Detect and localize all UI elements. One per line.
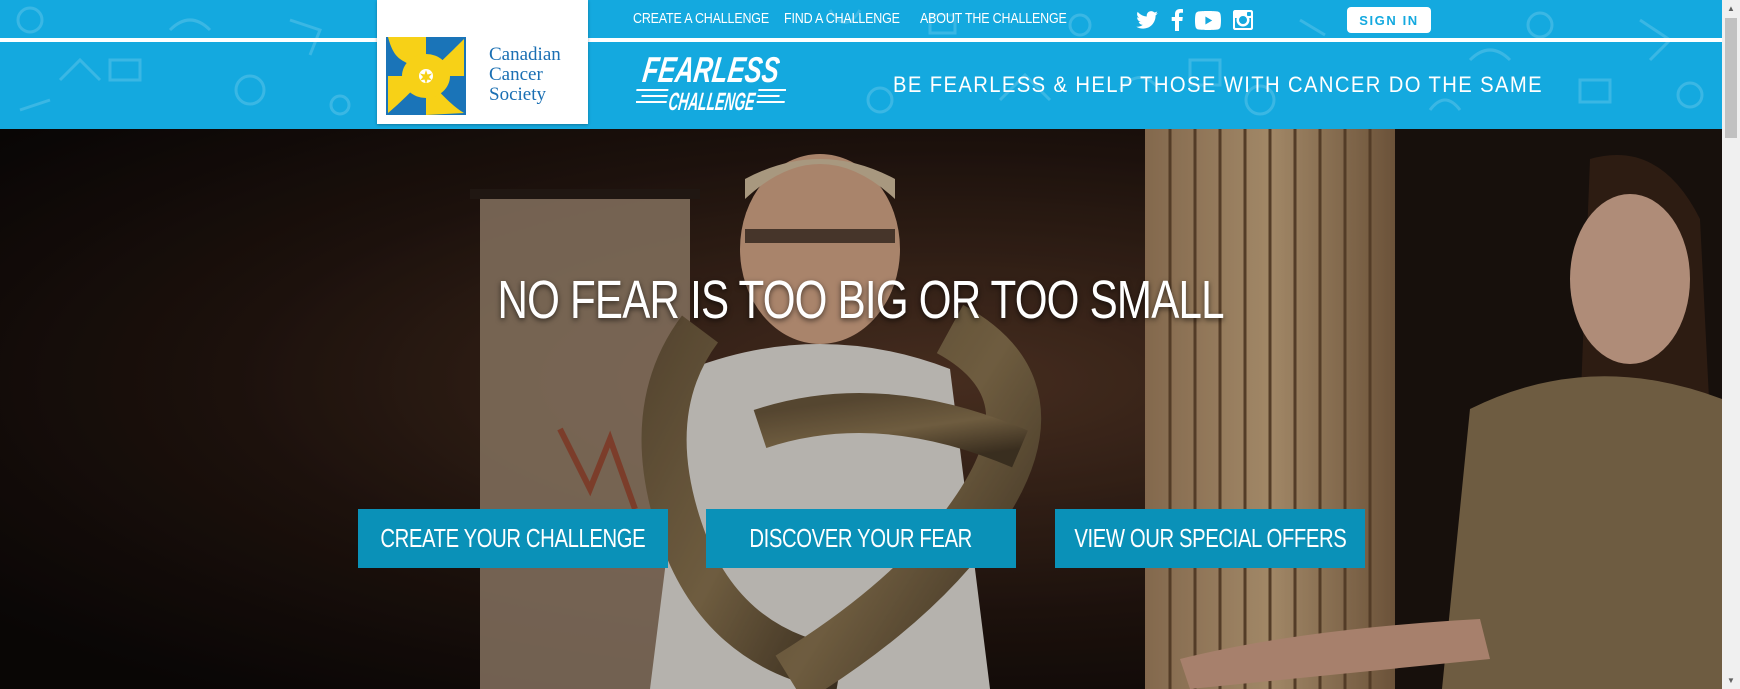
view-special-offers-button[interactable]: VIEW OUR SPECIAL OFFERS [1055,509,1365,568]
fearless-challenge-logo[interactable]: FEARLESS CHALLENGE [636,50,786,126]
logo-wordmark: Canadian Cancer Society [489,45,561,105]
logo-line-2: Cancer [489,64,543,85]
nav-about-the-challenge[interactable]: ABOUT THE CHALLENGE [920,11,1067,27]
vertical-scrollbar[interactable]: ▲ ▼ [1722,0,1740,689]
discover-your-fear-button[interactable]: DISCOVER YOUR FEAR [706,509,1016,568]
nav-create-a-challenge[interactable]: CREATE A CHALLENGE [633,11,769,27]
youtube-icon[interactable] [1195,8,1221,32]
logo-line-3: Society [489,84,546,105]
create-your-challenge-button[interactable]: CREATE YOUR CHALLENGE [358,509,668,568]
nav-find-a-challenge[interactable]: FIND A CHALLENGE [784,11,900,27]
site-header: CREATE A CHALLENGE FIND A CHALLENGE ABOU… [0,0,1722,129]
logo-line-1: Canadian [489,44,561,65]
canadian-cancer-society-logo[interactable]: Canadian Cancer Society [377,0,588,124]
instagram-icon[interactable] [1230,8,1256,32]
daffodil-icon [386,37,466,115]
scroll-down-arrow-icon[interactable]: ▼ [1722,672,1740,689]
hero-section: NO FEAR IS TOO BIG OR TOO SMALL CREATE Y… [0,129,1722,689]
brand-word-2: CHALLENGE [667,88,758,116]
cta-label: CREATE YOUR CHALLENGE [380,523,646,553]
scroll-up-arrow-icon[interactable]: ▲ [1722,0,1740,17]
hero-headline-text: NO FEAR IS TOO BIG OR TOO SMALL [497,270,1225,330]
facebook-icon[interactable] [1164,8,1190,32]
sign-in-button[interactable]: SIGN IN [1347,7,1431,33]
cta-label: VIEW OUR SPECIAL OFFERS [1073,523,1347,553]
twitter-icon[interactable] [1134,8,1160,32]
hero-background-photo [0,129,1722,689]
hero-headline: NO FEAR IS TOO BIG OR TOO SMALL [0,269,1722,331]
cta-label: DISCOVER YOUR FEAR [749,523,973,553]
header-divider [0,38,1722,42]
scrollbar-thumb[interactable] [1725,18,1737,138]
header-tagline: BE FEARLESS & HELP THOSE WITH CANCER DO … [893,72,1543,97]
brand-word-1: FEARLESS [640,50,782,90]
